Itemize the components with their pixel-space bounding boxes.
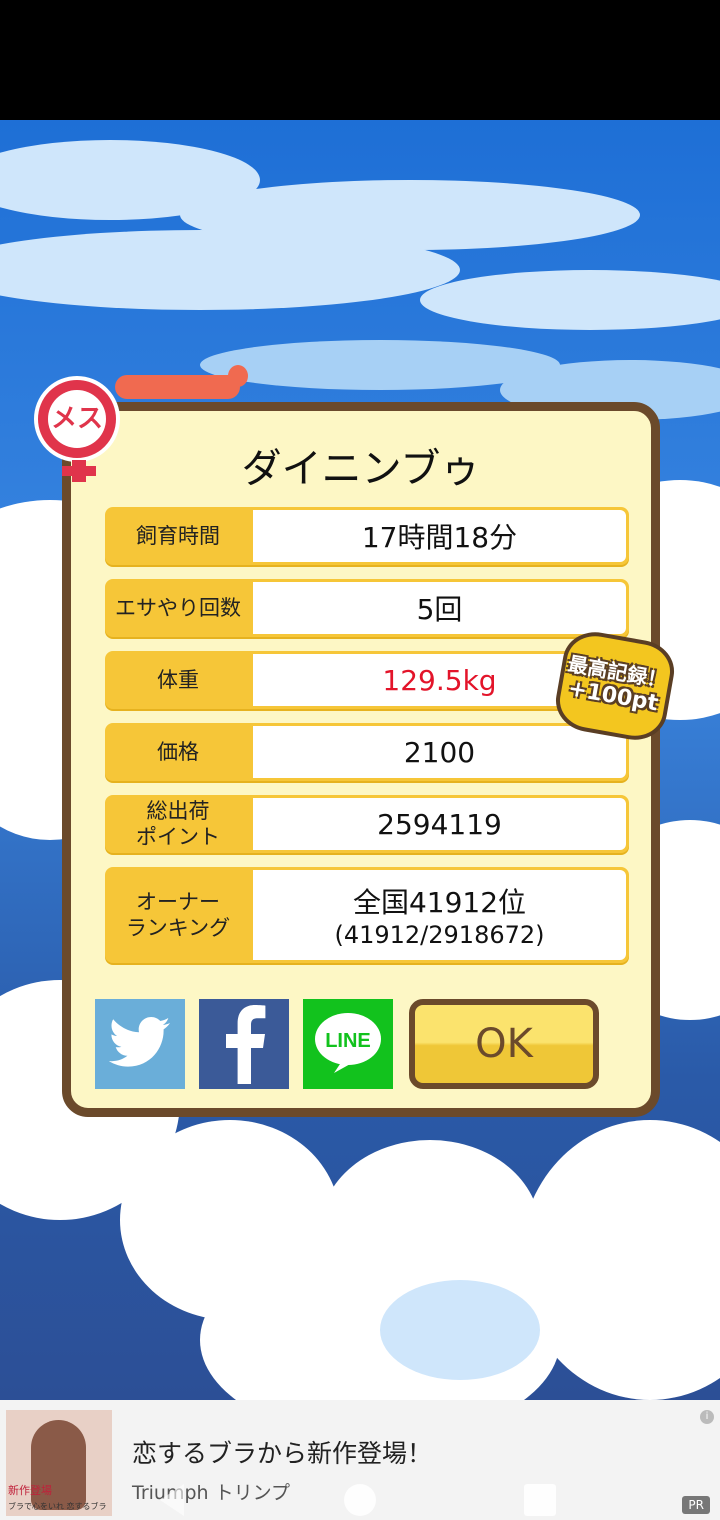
female-badge-icon: メス bbox=[34, 376, 120, 482]
ad-thumbnail[interactable]: 新作登場 ブラで心をいれ 恋するブラ bbox=[6, 1410, 112, 1516]
row-value: 5回 bbox=[253, 582, 626, 634]
row-label: 体重 bbox=[157, 668, 199, 692]
ad-info-icon[interactable]: i bbox=[700, 1410, 714, 1424]
ad-banner[interactable]: 新作登場 ブラで心をいれ 恋するブラ 恋するブラから新作登場！ Triumph … bbox=[0, 1400, 720, 1520]
row-raising-time: 飼育時間 17時間18分 bbox=[105, 507, 629, 565]
line-share-button[interactable]: LINE bbox=[303, 999, 393, 1089]
ok-button[interactable]: OK bbox=[409, 999, 599, 1089]
row-label: エサやり回数 bbox=[115, 596, 241, 620]
row-value: 17時間18分 bbox=[253, 510, 626, 562]
ad-thumb-caption-small: ブラで心をいれ 恋するブラ bbox=[8, 1502, 107, 1511]
result-dialog: ダイニンブゥ 飼育時間 17時間18分 エサやり回数 5回 体重 129.5kg… bbox=[62, 402, 679, 1117]
facebook-share-button[interactable] bbox=[199, 999, 289, 1089]
row-label: 飼育時間 bbox=[136, 524, 220, 548]
svg-text:LINE: LINE bbox=[325, 1030, 371, 1052]
nav-recent-apps-icon[interactable] bbox=[524, 1484, 556, 1516]
row-price: 価格 2100 bbox=[105, 723, 629, 781]
row-owner-ranking: オーナー ランキング 全国41912位 (41912/2918672) bbox=[105, 867, 629, 963]
row-label: 総出荷 ポイント bbox=[136, 799, 220, 849]
status-bar bbox=[0, 0, 720, 120]
twitter-share-button[interactable] bbox=[95, 999, 185, 1089]
pig-name-title: ダイニンブゥ bbox=[241, 446, 481, 492]
ranking-detail: (41912/2918672) bbox=[334, 921, 545, 949]
airship bbox=[115, 365, 248, 399]
row-value: 2100 bbox=[253, 726, 626, 778]
row-total-points: 総出荷 ポイント 2594119 bbox=[105, 795, 629, 853]
record-badge: 最高記録！ +100pt bbox=[551, 627, 679, 745]
line-logo-icon: LINE bbox=[315, 1013, 381, 1073]
nav-home-icon[interactable] bbox=[344, 1484, 376, 1516]
row-value: 全国41912位 (41912/2918672) bbox=[253, 870, 626, 960]
nav-back-icon[interactable] bbox=[160, 1484, 184, 1516]
row-label: オーナー ランキング bbox=[125, 890, 231, 940]
twitter-bird-icon bbox=[108, 1017, 170, 1067]
ad-title[interactable]: 恋するブラから新作登場！ bbox=[132, 1434, 432, 1470]
ad-pr-label: PR bbox=[682, 1496, 710, 1514]
row-label: 価格 bbox=[157, 740, 199, 764]
row-feed-count: エサやり回数 5回 bbox=[105, 579, 629, 637]
row-value: 2594119 bbox=[253, 798, 626, 850]
row-weight: 体重 129.5kg bbox=[105, 651, 629, 709]
gender-label: メス bbox=[48, 390, 106, 448]
facebook-f-icon bbox=[226, 1005, 266, 1084]
ad-advertiser: Triumph トリンプ bbox=[132, 1482, 291, 1504]
ad-thumb-caption: 新作登場 bbox=[8, 1484, 52, 1497]
